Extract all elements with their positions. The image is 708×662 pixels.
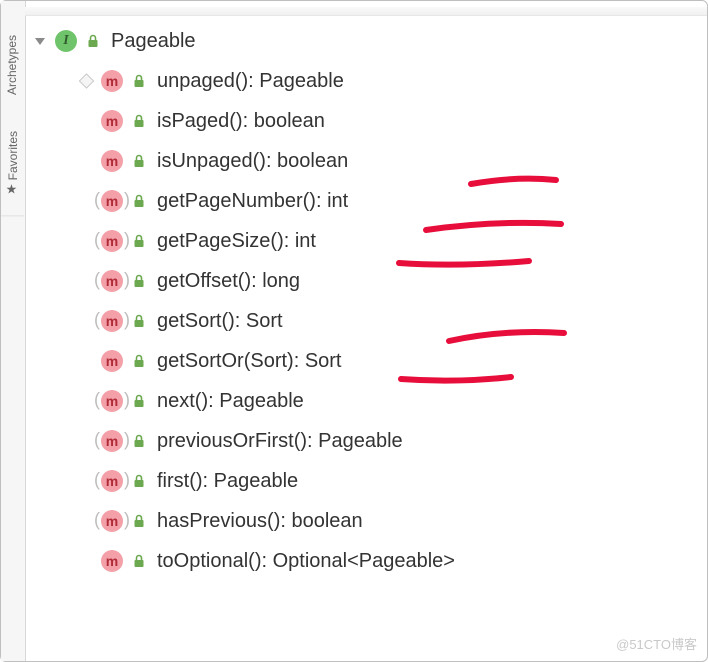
tree-node-method[interactable]: m isUnpaged(): boolean (101, 141, 701, 181)
method-icon-letter: m (106, 553, 118, 569)
lock-icon (131, 193, 147, 209)
side-tab-archetypes[interactable]: Archetypes (1, 17, 23, 113)
side-tab-strip: Archetypes ★ Favorites (1, 1, 26, 661)
tree-content: I Pageable m unpaged(): Pageable m isPaged(… (31, 21, 701, 655)
method-icon-letter: m (106, 193, 118, 209)
method-signature: previousOrFirst(): Pageable (157, 430, 403, 453)
lock-icon (131, 553, 147, 569)
interface-name: Pageable (111, 30, 196, 53)
method-signature: getOffset(): long (157, 270, 300, 293)
lock-icon (131, 353, 147, 369)
override-gutter-icon[interactable] (79, 73, 95, 89)
method-icon: m (101, 190, 123, 212)
tree-node-method[interactable]: m next(): Pageable (101, 381, 701, 421)
method-list: munpaged(): PageablemisPaged(): booleanm… (31, 61, 701, 581)
method-icon: m (101, 70, 123, 92)
tree-node-method[interactable]: m toOptional(): Optional<Pageable> (101, 541, 701, 581)
tree-node-method[interactable]: m getPageSize(): int (101, 221, 701, 261)
method-icon: m (101, 390, 123, 412)
tree-node-method[interactable]: m hasPrevious(): boolean (101, 501, 701, 541)
method-signature: isPaged(): boolean (157, 110, 325, 133)
method-signature: getPageSize(): int (157, 230, 316, 253)
lock-icon (131, 233, 147, 249)
method-signature: toOptional(): Optional<Pageable> (157, 550, 455, 573)
method-icon: m (101, 350, 123, 372)
tree-node-method[interactable]: m getSort(): Sort (101, 301, 701, 341)
lock-icon (131, 73, 147, 89)
tree-node-method[interactable]: m getSortOr(Sort): Sort (101, 341, 701, 381)
method-icon: m (101, 310, 123, 332)
method-signature: isUnpaged(): boolean (157, 150, 348, 173)
method-icon-letter: m (106, 233, 118, 249)
method-icon: m (101, 470, 123, 492)
side-tab-favorites[interactable]: ★ Favorites (1, 113, 24, 216)
lock-icon (85, 33, 101, 49)
side-tab-favorites-label: Favorites (6, 131, 20, 180)
method-icon-letter: m (106, 353, 118, 369)
method-signature: next(): Pageable (157, 390, 304, 413)
method-icon-letter: m (106, 313, 118, 329)
tree-node-method[interactable]: m isPaged(): boolean (101, 101, 701, 141)
structure-panel: Archetypes ★ Favorites I Pageable m unpage… (0, 0, 708, 662)
tree-node-method[interactable]: m getOffset(): long (101, 261, 701, 301)
method-icon-letter: m (106, 513, 118, 529)
method-signature: getSortOr(Sort): Sort (157, 350, 342, 373)
method-signature: hasPrevious(): boolean (157, 510, 363, 533)
method-icon-letter: m (106, 113, 118, 129)
tree-node-method[interactable]: m unpaged(): Pageable (101, 61, 701, 101)
lock-icon (131, 473, 147, 489)
method-icon: m (101, 150, 123, 172)
method-icon-letter: m (106, 73, 118, 89)
method-signature: unpaged(): Pageable (157, 70, 344, 93)
tree-node-method[interactable]: m previousOrFirst(): Pageable (101, 421, 701, 461)
method-icon-letter: m (106, 273, 118, 289)
method-icon: m (101, 270, 123, 292)
lock-icon (131, 393, 147, 409)
method-signature: first(): Pageable (157, 470, 298, 493)
method-icon: m (101, 230, 123, 252)
star-icon: ★ (5, 182, 20, 197)
tree-node-interface-pageable[interactable]: I Pageable (35, 21, 701, 61)
lock-icon (131, 433, 147, 449)
method-icon: m (101, 510, 123, 532)
method-icon-letter: m (106, 473, 118, 489)
watermark-text: @51CTO博客 (616, 634, 697, 653)
tree-node-method[interactable]: m first(): Pageable (101, 461, 701, 501)
lock-icon (131, 513, 147, 529)
tree-node-method[interactable]: m getPageNumber(): int (101, 181, 701, 221)
method-icon: m (101, 110, 123, 132)
method-signature: getSort(): Sort (157, 310, 283, 333)
method-icon-letter: m (106, 433, 118, 449)
expand-arrow-icon[interactable] (35, 38, 45, 45)
interface-icon: I (55, 30, 77, 52)
panel-top-divider (25, 7, 707, 16)
interface-icon-letter: I (63, 33, 68, 49)
method-signature: getPageNumber(): int (157, 190, 348, 213)
lock-icon (131, 113, 147, 129)
method-icon-letter: m (106, 393, 118, 409)
method-icon: m (101, 430, 123, 452)
lock-icon (131, 313, 147, 329)
method-icon: m (101, 550, 123, 572)
lock-icon (131, 273, 147, 289)
method-icon-letter: m (106, 153, 118, 169)
lock-icon (131, 153, 147, 169)
